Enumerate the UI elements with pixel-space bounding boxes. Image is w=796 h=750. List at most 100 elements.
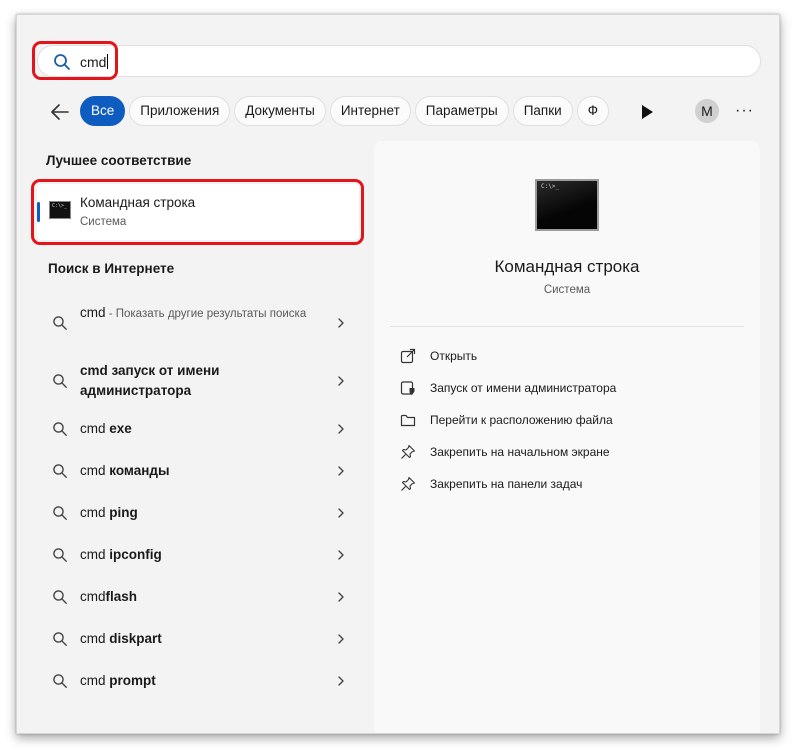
scroll-filters-right-icon[interactable] (639, 103, 655, 121)
preview-action-label: Запуск от имени администратора (430, 381, 617, 395)
result-suggestion: prompt (109, 673, 156, 688)
result-term: cmd (80, 547, 110, 562)
web-result-text: cmd prompt (80, 671, 320, 691)
chevron-right-icon[interactable] (336, 465, 346, 477)
web-result-item[interactable]: cmd запуск от имени администратора (37, 359, 357, 403)
search-input[interactable]: cmd (80, 54, 109, 70)
search-icon (53, 548, 67, 562)
result-suggestion: ping (109, 505, 138, 520)
cmd-icon-prompt: C:\>_ (52, 203, 68, 209)
search-icon (53, 464, 67, 478)
best-match-title: Командная строка (80, 195, 196, 210)
result-term: cmd (80, 305, 106, 320)
chevron-right-icon[interactable] (336, 549, 346, 561)
filter-chip[interactable]: Все (80, 96, 126, 126)
web-result-text: cmd - Показать другие результаты поиска (80, 303, 320, 324)
web-result-text: cmd diskpart (80, 629, 320, 649)
preview-action-label: Перейти к расположению файла (430, 413, 613, 427)
preview-action[interactable]: Перейти к расположению файла (400, 409, 730, 431)
preview-action[interactable]: Закрепить на начальном экране (400, 441, 730, 463)
search-window: cmd Все Приложения Документы Интернет Параме… (16, 14, 780, 734)
result-suggestion: ipconfig (109, 547, 162, 562)
search-icon (53, 590, 67, 604)
web-result-item[interactable]: cmd ping (37, 499, 357, 527)
preview-action-label: Закрепить на начальном экране (430, 445, 610, 459)
back-arrow-icon[interactable] (47, 99, 73, 125)
search-box[interactable]: cmd (37, 45, 761, 77)
cmd-large-icon: C:\>_ (535, 179, 599, 231)
search-icon (53, 316, 67, 330)
filter-chip[interactable]: Параметры (414, 96, 509, 126)
search-icon (53, 422, 67, 436)
chevron-right-icon[interactable] (336, 507, 346, 519)
preview-title: Командная строка (494, 257, 640, 276)
chevron-right-icon[interactable] (336, 675, 346, 687)
web-result-text: cmd ping (80, 503, 320, 523)
web-result-item[interactable]: cmd - Показать другие результаты поиска (37, 301, 357, 345)
preview-action[interactable]: Закрепить на панели задач (400, 473, 730, 495)
web-result-text: cmdflash (80, 587, 320, 607)
preview-subtitle: Система (543, 284, 591, 296)
web-result-text: cmd exe (80, 419, 320, 439)
web-result-item[interactable]: cmd команды (37, 457, 357, 485)
result-description: - Показать другие результаты поиска (105, 308, 307, 320)
web-result-item[interactable]: cmd exe (37, 415, 357, 443)
search-icon (53, 632, 67, 646)
web-result-text: cmd запуск от имени администратора (80, 361, 320, 401)
pin-icon (401, 444, 416, 459)
web-result-item[interactable]: cmd diskpart (37, 625, 357, 653)
cmd-icon: C:\>_ (49, 201, 71, 219)
preview-divider (390, 326, 744, 327)
best-match-heading: Лучшее соответствие (46, 153, 192, 168)
result-term: cmd (80, 673, 110, 688)
result-term: cmd (80, 589, 106, 604)
filter-chip[interactable]: Ф (576, 96, 609, 126)
web-result-item[interactable]: cmd prompt (37, 667, 357, 695)
folder-icon (400, 414, 416, 427)
best-match-item[interactable]: C:\>_ Командная строка Система (37, 184, 359, 240)
filter-chip[interactable]: Папки (512, 96, 573, 126)
best-match-subtitle: Система (80, 216, 127, 228)
web-result-item[interactable]: cmd ipconfig (37, 541, 357, 569)
web-result-text: cmd ipconfig (80, 545, 320, 565)
avatar[interactable]: M (695, 99, 719, 123)
preview-action-label: Закрепить на панели задач (430, 477, 583, 491)
preview-action[interactable]: Открыть (400, 345, 730, 367)
result-suggestion: flash (105, 589, 138, 604)
search-icon (53, 374, 67, 388)
filter-chip[interactable]: Приложения (129, 96, 231, 126)
chevron-right-icon[interactable] (336, 317, 346, 329)
chevron-right-icon[interactable] (336, 591, 346, 603)
selection-indicator (37, 202, 40, 222)
open-icon (400, 348, 416, 364)
result-term: cmd (80, 463, 110, 478)
web-result-item[interactable]: cmdflash (37, 583, 357, 611)
chevron-right-icon[interactable] (336, 375, 346, 387)
chevron-right-icon[interactable] (336, 633, 346, 645)
more-options-button[interactable]: ··· (735, 101, 754, 121)
pin-icon (401, 476, 416, 491)
search-icon (54, 54, 70, 70)
result-term: cmd (80, 631, 110, 646)
preview-action-label: Открыть (430, 349, 478, 363)
cmd-large-icon-prompt: C:\>_ (541, 183, 560, 190)
chevron-right-icon[interactable] (336, 423, 346, 435)
result-suggestion: cmd запуск от имени администратора (80, 363, 220, 398)
preview-action[interactable]: Запуск от имени администратора (400, 377, 730, 399)
text-caret (107, 54, 109, 69)
result-term: cmd (80, 421, 110, 436)
shield-icon (400, 381, 415, 395)
search-query: cmd (80, 54, 107, 70)
filter-chip[interactable]: Интернет (329, 96, 411, 126)
filter-chips: Все Приложения Документы Интернет Параметры П… (80, 96, 650, 128)
filter-chip[interactable]: Документы (234, 96, 326, 126)
web-result-text: cmd команды (80, 461, 320, 481)
result-term: cmd (80, 505, 110, 520)
result-suggestion: exe (109, 421, 132, 436)
search-icon (53, 506, 67, 520)
search-icon (53, 674, 67, 688)
web-search-heading: Поиск в Интернете (48, 261, 175, 276)
preview-panel: C:\>_ Командная строка Система Открыть За… (374, 141, 760, 733)
result-suggestion: diskpart (109, 631, 162, 646)
result-suggestion: команды (109, 463, 170, 478)
